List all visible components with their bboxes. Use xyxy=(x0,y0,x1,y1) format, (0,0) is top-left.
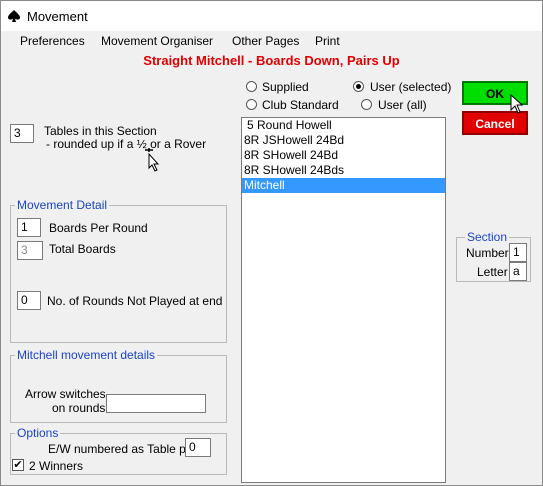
tables-note: - rounded up if a ½ or a Rover xyxy=(46,137,207,151)
menu-print[interactable]: Print xyxy=(315,34,340,48)
club-standard-label: Club Standard xyxy=(262,98,339,112)
movement-window: Movement Preferences Movement Organiser … xyxy=(0,0,543,486)
menu-bar: Preferences Movement Organiser Other Pag… xyxy=(1,31,542,51)
section-letter-input[interactable]: a xyxy=(509,262,527,281)
menu-movement-organiser[interactable]: Movement Organiser xyxy=(101,34,213,48)
menu-other-pages[interactable]: Other Pages xyxy=(232,34,299,48)
busy-pointer-icon xyxy=(145,148,160,172)
section-number-label: Number xyxy=(466,246,509,260)
options-legend: Options xyxy=(15,426,61,440)
section-letter-label: Letter xyxy=(477,265,508,279)
movement-list[interactable]: 5 Round Howell 8R JSHowell 24Bd 8R SHowe… xyxy=(241,117,446,483)
user-all-radio[interactable] xyxy=(361,99,372,110)
list-item[interactable]: 8R SHowell 24Bds xyxy=(242,163,445,178)
user-selected-radio[interactable] xyxy=(353,81,364,92)
section-number-input[interactable]: 1 xyxy=(509,243,527,262)
title-bar: Movement xyxy=(1,1,542,31)
list-item[interactable]: 8R SHowell 24Bd xyxy=(242,148,445,163)
supplied-radio[interactable] xyxy=(246,81,257,92)
movement-detail-legend: Movement Detail xyxy=(15,198,110,212)
club-standard-radio[interactable] xyxy=(246,99,257,110)
list-item[interactable]: 8R JSHowell 24Bd xyxy=(242,133,445,148)
on-rounds-label: on rounds xyxy=(52,401,106,415)
rounds-not-played-input[interactable]: 0 xyxy=(17,291,41,310)
section-legend: Section xyxy=(465,230,510,244)
ew-table-plus-input[interactable]: 0 xyxy=(185,438,211,457)
supplied-label: Supplied xyxy=(262,80,309,94)
user-all-label: User (all) xyxy=(378,98,427,112)
list-item[interactable]: 5 Round Howell xyxy=(242,118,445,133)
total-boards-input: 3 xyxy=(17,241,43,260)
rounds-not-played-label: No. of Rounds Not Played at end xyxy=(47,294,223,308)
tables-input[interactable]: 3 xyxy=(10,124,34,143)
movement-heading: Straight Mitchell - Boards Down, Pairs U… xyxy=(143,53,400,68)
arrow-switches-label: Arrow switches xyxy=(25,387,106,401)
list-item-selected[interactable]: Mitchell xyxy=(242,178,445,193)
ew-numbered-label: E/W numbered as Table plus xyxy=(48,442,202,456)
cancel-button[interactable]: Cancel xyxy=(462,111,528,135)
two-winners-label: 2 Winners xyxy=(29,459,84,473)
boards-per-round-input[interactable]: 1 xyxy=(17,218,41,237)
window-title: Movement xyxy=(27,9,88,24)
mitchell-details-legend: Mitchell movement details xyxy=(15,348,158,362)
total-boards-label: Total Boards xyxy=(49,242,116,256)
two-winners-checkbox[interactable]: ✔ xyxy=(12,459,24,471)
mouse-pointer-icon xyxy=(510,94,524,114)
boards-per-round-label: Boards Per Round xyxy=(49,221,148,235)
menu-preferences[interactable]: Preferences xyxy=(20,34,85,48)
spade-icon xyxy=(8,10,20,22)
tables-label: Tables in this Section xyxy=(44,124,157,138)
user-selected-label: User (selected) xyxy=(370,80,452,94)
arrow-switches-input[interactable] xyxy=(106,394,206,413)
